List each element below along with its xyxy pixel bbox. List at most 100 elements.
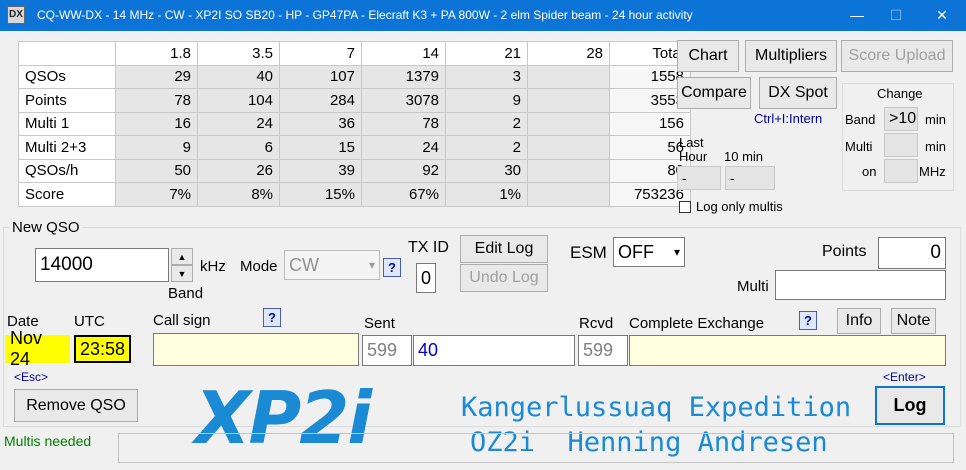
band-header: 7 <box>279 41 362 66</box>
stat-cell: 3 <box>445 64 528 89</box>
mode-value: CW <box>289 254 319 275</box>
stat-cell: 9 <box>445 88 528 113</box>
stat-cell: 15 <box>279 135 362 160</box>
mode-select[interactable]: CW ▾ <box>284 250 380 280</box>
table-row: Points 78 104 284 3078 9 3553 <box>18 88 691 113</box>
new-qso-label: New QSO <box>10 219 82 236</box>
app-icon: DX <box>7 6 25 24</box>
callsign-input[interactable] <box>153 333 359 366</box>
stat-cell: 30 <box>445 158 528 183</box>
frequency-input[interactable]: 14000 <box>35 248 169 282</box>
edit-log-button[interactable]: Edit Log <box>460 235 548 263</box>
multipliers-button[interactable]: Multipliers <box>745 40 837 72</box>
row-label: Score <box>18 182 116 207</box>
change-on-label: on <box>862 164 877 179</box>
complete-exchange-input[interactable] <box>629 335 946 366</box>
stat-cell: 39 <box>279 158 362 183</box>
stat-cell <box>527 111 610 136</box>
chart-button[interactable]: Chart <box>677 40 739 72</box>
change-band-field[interactable]: >10 <box>884 107 918 131</box>
stat-cell: 24 <box>361 135 446 160</box>
band-label: Band <box>168 285 204 302</box>
log-only-multis-label: Log only multis <box>696 199 783 214</box>
band-header: 14 <box>361 41 446 66</box>
callsign-help-icon[interactable]: ? <box>263 308 281 327</box>
minimize-icon[interactable]: — <box>846 4 868 26</box>
txid-label: TX ID <box>408 239 449 256</box>
row-label: QSOs <box>18 64 116 89</box>
stat-cell: 104 <box>197 88 280 113</box>
last-hour-label: Last <box>679 135 704 150</box>
row-label: Points <box>18 88 116 113</box>
enter-hint: <Enter> <box>883 370 926 384</box>
sent-rst-input[interactable]: 599 <box>362 335 412 366</box>
stat-cell: 40 <box>197 64 280 89</box>
utc-label: UTC <box>74 313 105 330</box>
band-header: 1.8 <box>115 41 198 66</box>
ctrl-intern-hint: Ctrl+I:Intern <box>754 111 823 126</box>
multi-label: Multi <box>737 278 769 295</box>
stat-cell: 36 <box>279 111 362 136</box>
stat-cell: 3078 <box>361 88 446 113</box>
exchange-help-icon[interactable]: ? <box>799 311 817 330</box>
points-field: 0 <box>878 237 946 269</box>
multis-needed-status: Multis needed <box>4 433 92 449</box>
stat-cell: 2 <box>445 111 528 136</box>
compare-button[interactable]: Compare <box>677 77 751 109</box>
row-label: Multi 1 <box>18 111 116 136</box>
remove-qso-button[interactable]: Remove QSO <box>14 389 138 422</box>
mode-label: Mode <box>240 258 278 275</box>
frequency-up-icon[interactable]: ▲ <box>171 248 193 265</box>
stat-cell: 16 <box>115 111 198 136</box>
rcvd-label: Rcvd <box>579 315 614 332</box>
stat-cell <box>527 135 610 160</box>
stat-cell: 1379 <box>361 64 446 89</box>
frequency-down-icon[interactable]: ▼ <box>171 265 193 282</box>
rcvd-rst-input[interactable]: 599 <box>578 335 628 366</box>
status-message <box>118 433 954 463</box>
window-title: CQ-WW-DX - 14 MHz - CW - XP2I SO SB20 - … <box>37 8 693 22</box>
close-icon[interactable]: ✕ <box>931 4 953 26</box>
title-bar: DX CQ-WW-DX - 14 MHz - CW - XP2I SO SB20… <box>0 0 966 31</box>
stat-cell: 24 <box>197 111 280 136</box>
change-on-field[interactable] <box>884 159 918 183</box>
esm-label: ESM <box>570 243 607 262</box>
last-hour-rate: - <box>677 166 721 190</box>
band-header: 21 <box>445 41 528 66</box>
log-button[interactable]: Log <box>875 386 945 425</box>
table-corner <box>18 41 116 66</box>
esc-hint: <Esc> <box>14 370 49 384</box>
stat-cell <box>527 64 610 89</box>
note-button[interactable]: Note <box>891 308 936 334</box>
esm-select[interactable]: OFF ▾ <box>613 237 685 267</box>
info-button[interactable]: Info <box>837 308 881 334</box>
points-label: Points <box>822 243 867 260</box>
mode-dropdown-icon[interactable]: ▾ <box>369 258 375 272</box>
date-field: Nov 24 <box>5 328 70 369</box>
log-only-multis-checkbox[interactable] <box>679 201 691 213</box>
table-row: QSOs 29 40 107 1379 3 1558 <box>18 64 691 89</box>
txid-input[interactable]: 0 <box>416 263 436 293</box>
stat-cell: 8% <box>197 182 280 207</box>
band-header: 28 <box>527 41 610 66</box>
esm-dropdown-icon[interactable]: ▾ <box>674 245 680 259</box>
table-row: Score 7% 8% 15% 67% 1% 753236 <box>18 182 691 207</box>
maximize-icon[interactable]: ☐ <box>885 4 907 26</box>
table-row: QSOs/h 50 26 39 92 30 80 <box>18 158 691 183</box>
stat-cell <box>527 182 610 207</box>
change-multi-field[interactable] <box>884 133 918 157</box>
row-label: Multi 2+3 <box>18 135 116 160</box>
esm-value: OFF <box>618 241 654 262</box>
utc-field: 23:58 <box>74 335 131 363</box>
callsign-label: Call sign <box>153 312 211 329</box>
last-hour-label-2: Hour <box>679 149 708 164</box>
stat-cell: 92 <box>361 158 446 183</box>
stat-cell: 107 <box>279 64 362 89</box>
total-cell: 156 <box>609 111 691 136</box>
sent-exchange-input[interactable]: 40 <box>413 335 575 366</box>
dx-spot-button[interactable]: DX Spot <box>759 77 837 109</box>
undo-log-button[interactable]: Undo Log <box>460 264 548 292</box>
multi-field <box>775 270 946 300</box>
score-upload-button[interactable]: Score Upload <box>841 40 953 72</box>
mode-help-icon[interactable]: ? <box>383 258 401 277</box>
